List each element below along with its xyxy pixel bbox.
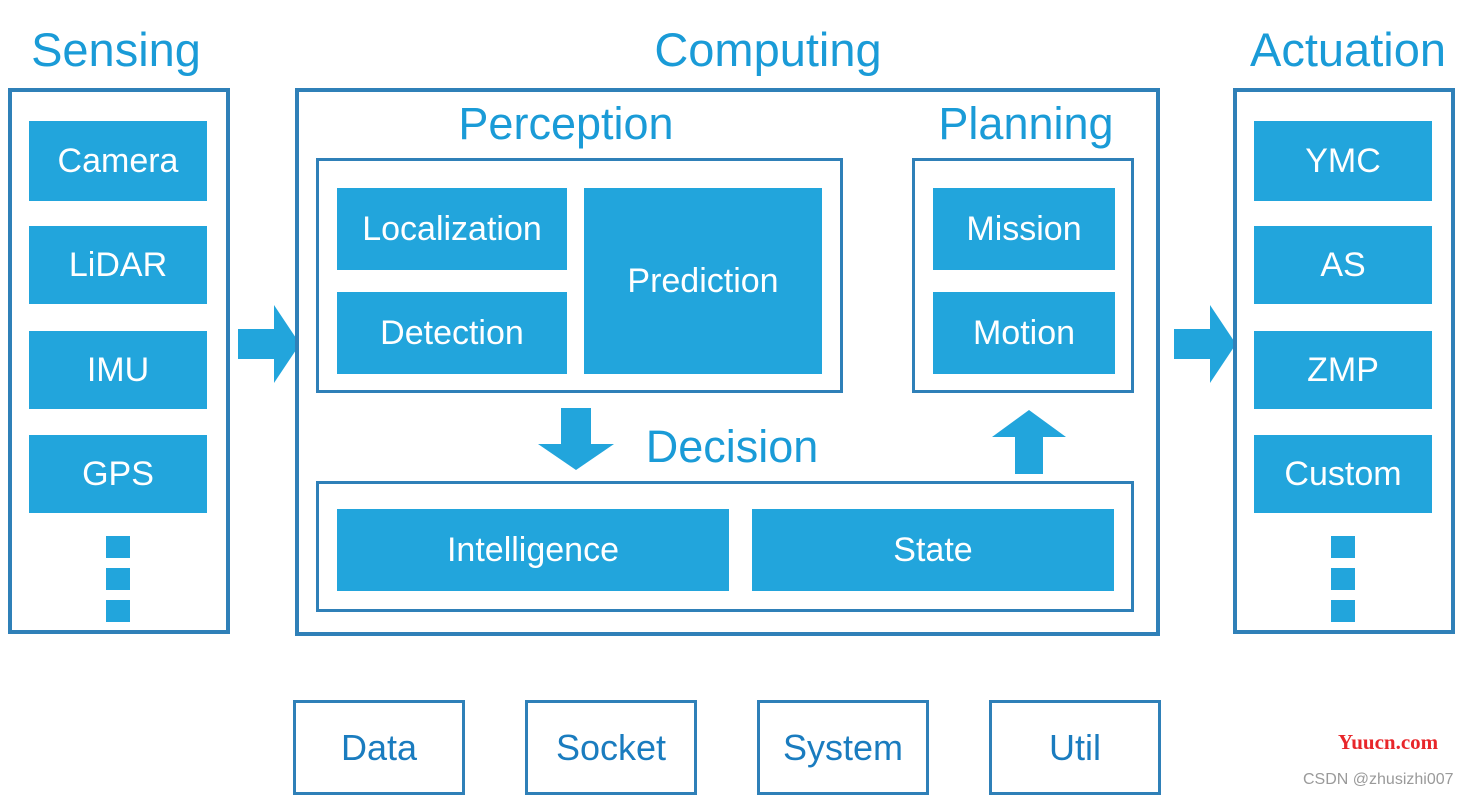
bottom-module-system[interactable]: System [757,700,929,795]
actuation-item-zmp[interactable]: ZMP [1254,331,1432,409]
sensing-item-camera[interactable]: Camera [29,121,207,201]
sensing-title: Sensing [31,23,201,76]
perception-item-detection[interactable]: Detection [337,292,567,374]
planning-item-mission[interactable]: Mission [933,188,1115,270]
sensing-item-lidar[interactable]: LiDAR [29,226,207,304]
actuation-item-as[interactable]: AS [1254,226,1432,304]
planning-title: Planning [938,98,1114,149]
decision-item-state[interactable]: State [752,509,1114,591]
planning-item-motion[interactable]: Motion [933,292,1115,374]
arrow-down-perception-to-decision [538,408,614,470]
sensing-item-gps[interactable]: GPS [29,435,207,513]
actuation-item-ymc[interactable]: YMC [1254,121,1432,201]
diagram-canvas: Sensing Camera LiDAR IMU GPS Computing P… [0,0,1474,797]
arrow-up-decision-to-planning [992,410,1066,474]
watermark-author: CSDN @zhusizhi007 [1303,771,1454,788]
perception-item-localization[interactable]: Localization [337,188,567,270]
actuation-title: Actuation [1250,23,1446,76]
computing-title: Computing [654,23,882,76]
perception-item-prediction[interactable]: Prediction [584,188,822,374]
sensing-item-imu[interactable]: IMU [29,331,207,409]
decision-item-intelligence[interactable]: Intelligence [337,509,729,591]
bottom-module-socket[interactable]: Socket [525,700,697,795]
arrow-right-computing-to-actuation [1174,305,1236,383]
bottom-module-data[interactable]: Data [293,700,465,795]
decision-title: Decision [645,421,819,472]
watermark-site: Yuucn.com [1338,730,1439,754]
bottom-module-util[interactable]: Util [989,700,1161,795]
perception-title: Perception [458,98,674,149]
actuation-item-custom[interactable]: Custom [1254,435,1432,513]
arrow-right-sensing-to-computing [238,305,300,383]
